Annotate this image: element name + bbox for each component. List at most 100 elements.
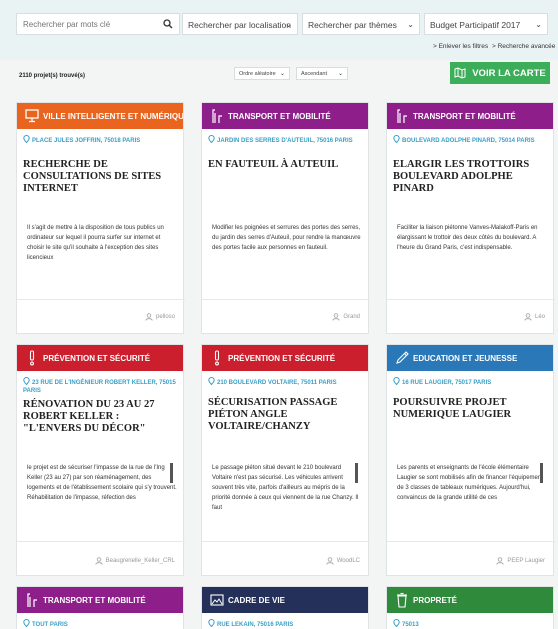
person-icon — [332, 313, 340, 321]
project-card[interactable]: PROPRETÉ 75013 — [386, 586, 554, 629]
project-description: Faciliter la liaison piétonne Vanves-Mal… — [397, 225, 538, 251]
transport-icon — [27, 593, 37, 607]
project-card[interactable]: CADRE DE VIE RUE LEKAIN, 75016 PARIS — [201, 586, 369, 629]
screen-icon — [25, 109, 39, 123]
category-band: PROPRETÉ — [387, 587, 553, 613]
project-title[interactable]: RÉNOVATION DU 23 AU 27 ROBERT KELLER : "… — [17, 395, 183, 435]
project-title[interactable]: EN FAUTEUIL À AUTEUIL — [202, 145, 368, 171]
chevron-down-icon: ⌄ — [279, 71, 285, 77]
project-card[interactable]: PRÉVENTION ET SÉCURITÉ 210 BOULEVARD VOL… — [201, 344, 370, 576]
location-select[interactable]: Rechercher par localisation ⌄ — [182, 13, 298, 35]
project-title[interactable]: POURSUIVRE PROJET NUMERIQUE LAUGIER — [387, 387, 553, 421]
chevron-down-icon: ⌄ — [285, 20, 292, 29]
frame-icon — [210, 594, 224, 606]
transport-icon — [212, 109, 222, 123]
location-pin-icon — [393, 135, 400, 143]
category-band: EDUCATION ET JEUNESSE — [387, 345, 553, 371]
project-title[interactable]: SÉCURISATION PASSAGE PIÉTON ANGLE VOLTAI… — [202, 387, 368, 433]
author-name: Beaugrenelle_Keller_CRL — [105, 558, 175, 564]
search-input[interactable] — [17, 14, 157, 35]
project-description: Modifier les poignées et serrures des po… — [212, 225, 361, 251]
view-map-button[interactable]: VOIR LA CARTE — [450, 62, 550, 84]
location-pin-icon — [208, 619, 215, 627]
clear-filters-link[interactable]: > Enlever les filtres — [433, 43, 488, 50]
category-label: TRANSPORT ET MOBILITÉ — [43, 595, 146, 605]
project-address: 210 BOULEVARD VOLTAIRE, 75011 PARIS — [202, 371, 368, 387]
order-select[interactable]: Ordre aléatoire ⌄ — [234, 67, 290, 80]
project-address: TOUT PARIS — [17, 613, 183, 629]
address-text: 75013 — [402, 622, 419, 628]
category-label: PRÉVENTION ET SÉCURITÉ — [43, 353, 151, 363]
budget-select[interactable]: Budget Participatif 2017 ⌄ — [424, 13, 548, 35]
author-name: Grand — [343, 314, 360, 320]
alert-icon — [29, 350, 35, 366]
author-name: Léo — [534, 314, 545, 320]
category-band: TRANSPORT ET MOBILITÉ — [202, 103, 368, 129]
trash-icon — [397, 592, 407, 608]
project-card[interactable]: TRANSPORT ET MOBILITÉ BOULEVARD ADOLPHE … — [386, 102, 555, 396]
project-address: PLACE JULES JOFFRIN, 75018 PARIS — [17, 129, 183, 145]
project-address: 16 RUE LAUGIER, 75017 PARIS — [387, 371, 553, 387]
person-icon — [145, 313, 153, 321]
project-card[interactable]: TRANSPORT ET MOBILITÉ TOUT PARIS — [16, 586, 184, 629]
project-author: pelloso — [145, 313, 175, 321]
chevron-down-icon: ⌄ — [407, 20, 414, 29]
project-description: le projet est de sécuriser l'impasse de … — [27, 465, 177, 501]
search-icon[interactable] — [163, 19, 173, 29]
address-text: 23 RUE DE L'INGÉNIEUR ROBERT KELLER, 750… — [23, 380, 176, 394]
filter-bar: Rechercher par localisation ⌄ Rechercher… — [0, 0, 558, 60]
project-author: Grand — [332, 313, 360, 321]
category-band: VILLE INTELLIGENTE ET NUMÉRIQUE — [17, 103, 183, 129]
author-name: pelloso — [155, 314, 175, 320]
project-card[interactable]: TRANSPORT ET MOBILITÉ JARDIN DES SERRES … — [201, 102, 370, 334]
person-icon — [94, 557, 103, 565]
budget-select-label: Budget Participatif 2017 — [430, 20, 521, 30]
description-scrollbar[interactable] — [540, 463, 543, 483]
category-band: PRÉVENTION ET SÉCURITÉ — [202, 345, 368, 371]
project-description: Les parents et enseignants de l'école él… — [397, 465, 543, 501]
project-card[interactable]: PRÉVENTION ET SÉCURITÉ 23 RUE DE L'INGÉN… — [16, 344, 185, 576]
description-scrollbar[interactable] — [170, 463, 173, 483]
card-divider — [387, 541, 555, 542]
address-text: JARDIN DES SERRES D'AUTEUIL, 75016 PARIS — [217, 138, 353, 144]
category-label: EDUCATION ET JEUNESSE — [413, 353, 518, 363]
address-text: TOUT PARIS — [32, 622, 68, 628]
project-card[interactable]: EDUCATION ET JEUNESSE 16 RUE LAUGIER, 75… — [386, 344, 555, 576]
category-band: CADRE DE VIE — [202, 587, 368, 613]
chevron-down-icon: ⌄ — [535, 20, 542, 29]
category-band: TRANSPORT ET MOBILITÉ — [387, 103, 553, 129]
category-label: TRANSPORT ET MOBILITÉ — [228, 111, 331, 121]
address-text: 210 BOULEVARD VOLTAIRE, 75011 PARIS — [217, 380, 337, 386]
project-card[interactable]: VILLE INTELLIGENTE ET NUMÉRIQUE PLACE JU… — [16, 102, 185, 334]
project-address: RUE LEKAIN, 75016 PARIS — [202, 613, 368, 629]
transport-icon — [397, 109, 407, 123]
person-icon — [326, 557, 334, 565]
project-address: 23 RUE DE L'INGÉNIEUR ROBERT KELLER, 750… — [17, 371, 183, 395]
address-text: BOULEVARD ADOLPHE PINARD, 75014 PARIS — [402, 138, 535, 144]
description-scrollbar[interactable] — [355, 463, 358, 483]
card-divider — [17, 541, 185, 542]
card-divider — [202, 541, 370, 542]
category-band: PRÉVENTION ET SÉCURITÉ — [17, 345, 183, 371]
map-icon — [454, 67, 466, 79]
author-name: PEEP Laugier — [507, 558, 545, 564]
location-select-label: Rechercher par localisation — [188, 20, 291, 30]
location-pin-icon — [23, 619, 30, 627]
project-address: JARDIN DES SERRES D'AUTEUIL, 75016 PARIS — [202, 129, 368, 145]
advanced-search-link[interactable]: > Recherche avancée — [492, 43, 555, 50]
project-title[interactable]: RECHERCHE DE CONSULTATIONS DE SITES INTE… — [17, 145, 183, 195]
author-name: WoodLC — [336, 558, 360, 564]
project-author: Beaugrenelle_Keller_CRL — [94, 557, 175, 565]
address-text: PLACE JULES JOFFRIN, 75018 PARIS — [32, 138, 141, 144]
category-label: CADRE DE VIE — [228, 595, 285, 605]
results-count: 2110 projet(s) trouvé(s) — [19, 73, 86, 79]
location-pin-icon — [23, 135, 30, 143]
project-address: 75013 — [387, 613, 553, 629]
card-divider — [202, 299, 370, 300]
direction-select-label: Ascendant — [301, 71, 327, 77]
search-box[interactable] — [16, 13, 180, 35]
direction-select[interactable]: Ascendant ⌄ — [296, 67, 348, 80]
location-pin-icon — [208, 377, 215, 385]
project-title[interactable]: ELARGIR LES TROTTOIRS BOULEVARD ADOLPHE … — [387, 145, 553, 195]
themes-select[interactable]: Rechercher par thèmes ⌄ — [302, 13, 420, 35]
